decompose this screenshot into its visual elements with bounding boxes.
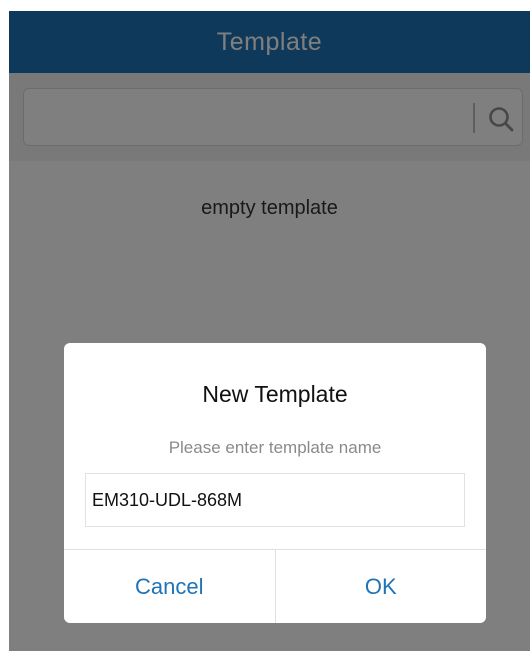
template-name-value: EM310-UDL-868M xyxy=(92,489,243,510)
dialog-message: Please enter template name xyxy=(168,438,382,457)
template-name-field[interactable]: EM310-UDL-868M xyxy=(85,473,465,527)
dialog-title: New Template xyxy=(202,381,348,407)
dialog-actions: Cancel OK xyxy=(64,549,486,623)
cancel-button[interactable]: Cancel xyxy=(64,550,275,623)
ok-button[interactable]: OK xyxy=(276,550,487,623)
new-template-dialog: New Template Please enter template name … xyxy=(64,343,486,623)
app-screen: Template empty template New Template Ple… xyxy=(9,11,530,651)
